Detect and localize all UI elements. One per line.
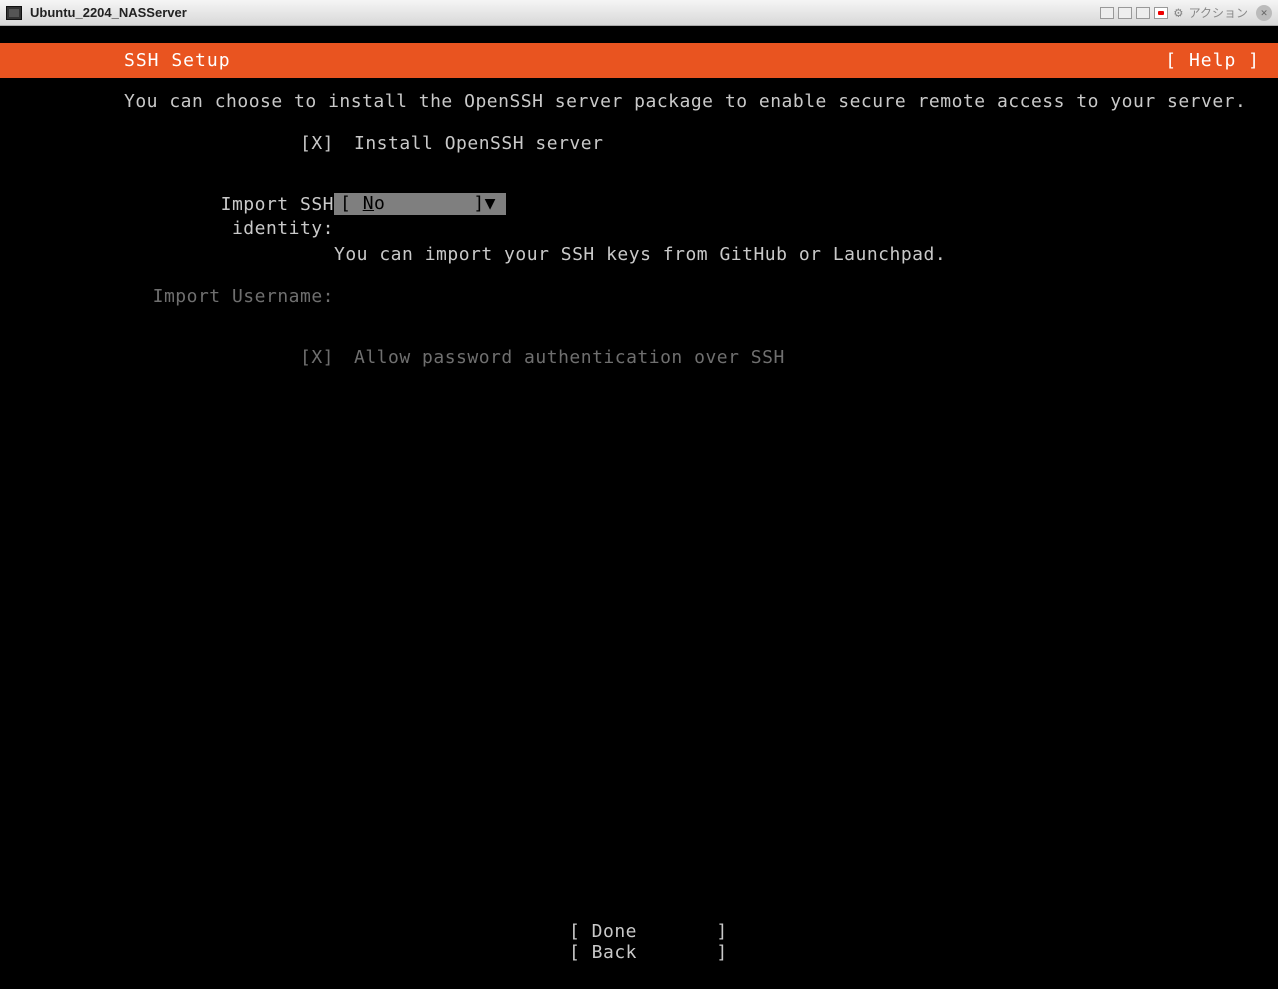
allow-password-label: Allow password authentication over SSH: [334, 346, 785, 370]
vm-action-menu[interactable]: アクション: [1189, 4, 1248, 21]
page-title: SSH Setup: [124, 50, 1165, 71]
install-openssh-row[interactable]: [X] Install OpenSSH server: [0, 132, 1278, 156]
vm-record-icon[interactable]: [1154, 7, 1168, 19]
vm-status-icon-3[interactable]: [1136, 7, 1150, 19]
allow-password-checkbox: [X]: [124, 346, 334, 370]
import-identity-row: Import SSH identity: [ No▼ ]: [0, 193, 1278, 242]
vm-status-icon-2[interactable]: [1118, 7, 1132, 19]
import-username-row: Import Username:: [0, 285, 1278, 309]
import-identity-hint: You can import your SSH keys from GitHub…: [0, 243, 1278, 267]
install-openssh-checkbox[interactable]: [X]: [124, 132, 334, 156]
import-identity-value: o: [374, 193, 385, 214]
allow-password-row: [X] Allow password authentication over S…: [0, 346, 1278, 370]
close-icon[interactable]: ✕: [1256, 5, 1272, 21]
done-button[interactable]: [ Done ]: [569, 921, 709, 942]
chevron-down-icon: ▼: [485, 193, 496, 215]
vm-titlebar: Ubuntu_2204_NASServer ⚙ アクション ✕: [0, 0, 1278, 26]
import-username-label: Import Username:: [124, 285, 334, 309]
import-identity-dropdown[interactable]: [ No▼ ]: [334, 193, 506, 215]
help-button[interactable]: [ Help ]: [1165, 50, 1260, 71]
installer-header: SSH Setup [ Help ]: [0, 43, 1278, 78]
vm-status-icon-1[interactable]: [1100, 7, 1114, 19]
vm-window-title: Ubuntu_2204_NASServer: [30, 5, 1100, 20]
gear-icon[interactable]: ⚙: [1174, 5, 1182, 21]
installer-body: You can choose to install the OpenSSH se…: [0, 78, 1278, 370]
black-strip: [0, 26, 1278, 43]
install-openssh-label: Install OpenSSH server: [334, 132, 603, 156]
back-button[interactable]: [ Back ]: [569, 942, 709, 963]
vm-titlebar-controls: ⚙ アクション ✕: [1100, 4, 1272, 21]
description-text: You can choose to install the OpenSSH se…: [0, 90, 1278, 114]
footer-buttons: [ Done ] [ Back ]: [0, 921, 1278, 963]
import-identity-label: Import SSH identity:: [124, 193, 334, 242]
monitor-icon: [6, 6, 22, 20]
